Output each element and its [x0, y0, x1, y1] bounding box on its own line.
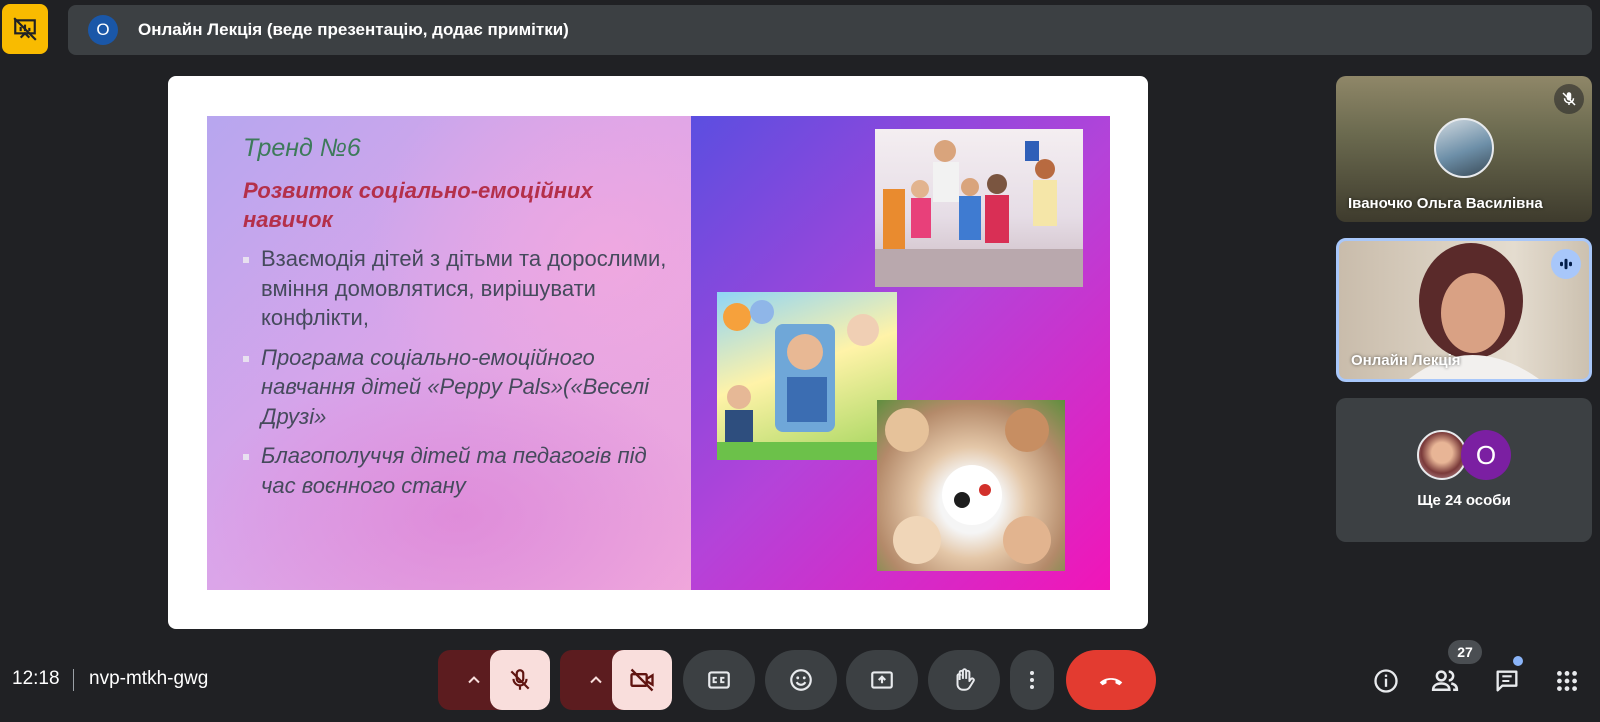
more-participants-label: Ще 24 особи	[1417, 492, 1511, 509]
mic-off-icon	[510, 669, 530, 690]
more-options-icon	[1030, 671, 1034, 689]
chat-notification-dot	[1513, 656, 1523, 666]
participant-tile[interactable]: Іваночко Ольга Василівна	[1336, 76, 1592, 222]
more-participants-tile[interactable]: О Ще 24 особи	[1336, 398, 1592, 542]
muted-indicator	[1554, 84, 1584, 114]
presenting-indicator[interactable]	[2, 4, 48, 54]
avatar	[1434, 118, 1494, 178]
more-options-button[interactable]	[1010, 650, 1054, 710]
children-play-photo	[877, 400, 1065, 571]
current-time: 12:18	[12, 668, 60, 689]
people-button[interactable]	[1428, 664, 1462, 698]
slide-bullet: Програма соціально-емоційного навчання д…	[241, 343, 671, 432]
presentation-slide: Тренд №6 Розвиток соціально-емоційних на…	[207, 116, 1110, 590]
slide-bullet: Взаємодія дітей з дітьми та дорослими, в…	[241, 244, 671, 333]
captions-icon	[708, 671, 730, 689]
meeting-code: nvp-mtkh-gwg	[89, 668, 209, 689]
present-now-button[interactable]	[846, 650, 918, 710]
avatar	[1417, 430, 1467, 480]
people-icon	[1431, 670, 1459, 691]
divider	[73, 669, 74, 691]
activities-icon	[1557, 671, 1577, 691]
speaking-indicator	[1551, 249, 1581, 279]
reactions-button[interactable]	[765, 650, 837, 710]
captions-button[interactable]	[683, 650, 755, 710]
presentation-bar: О Онлайн Лекція (веде презентацію, додає…	[68, 5, 1592, 55]
slide-trend-label: Тренд №6	[243, 134, 361, 162]
end-call-icon	[1099, 678, 1123, 686]
participant-name: Онлайн Лекція	[1351, 352, 1461, 369]
people-count-badge: 27	[1448, 640, 1482, 664]
participant-tile-speaking[interactable]: Онлайн Лекція	[1336, 238, 1592, 382]
slide-text-panel: Тренд №6 Розвиток соціально-емоційних на…	[207, 116, 691, 590]
slide-heading: Розвиток соціально-емоційних навичок	[243, 178, 593, 232]
info-icon	[1374, 669, 1398, 693]
slide-bullet-list: Взаємодія дітей з дітьми та дорослими, в…	[241, 244, 671, 510]
chevron-up-icon	[590, 676, 602, 684]
presentation-title: Онлайн Лекція (веде презентацію, додає п…	[138, 20, 569, 39]
raise-hand-button[interactable]	[928, 650, 1000, 710]
avatar: О	[1461, 430, 1511, 480]
emoji-icon	[790, 669, 812, 691]
children-toys-collage	[717, 292, 897, 460]
presenter-avatar: О	[88, 15, 118, 45]
audio-level-icon	[1560, 258, 1572, 270]
leave-call-button[interactable]	[1066, 650, 1156, 710]
microphone-toggle-button[interactable]	[490, 650, 550, 710]
camera-off-icon	[630, 668, 654, 692]
children-circle-photo	[875, 129, 1083, 287]
camera-toggle-button[interactable]	[612, 650, 672, 710]
present-icon	[871, 671, 893, 689]
activities-button[interactable]	[1550, 664, 1584, 698]
chat-icon	[1496, 670, 1518, 692]
slide-bullet: Благополуччя дітей та педагогів під час …	[241, 441, 671, 500]
meeting-details-button[interactable]	[1369, 664, 1403, 698]
presentation-off-icon	[13, 17, 37, 41]
raise-hand-icon	[956, 668, 975, 691]
chevron-up-icon	[468, 676, 480, 684]
mic-off-icon	[1562, 92, 1576, 106]
chat-button[interactable]	[1490, 664, 1524, 698]
participant-name: Іваночко Ольга Василівна	[1348, 195, 1543, 212]
